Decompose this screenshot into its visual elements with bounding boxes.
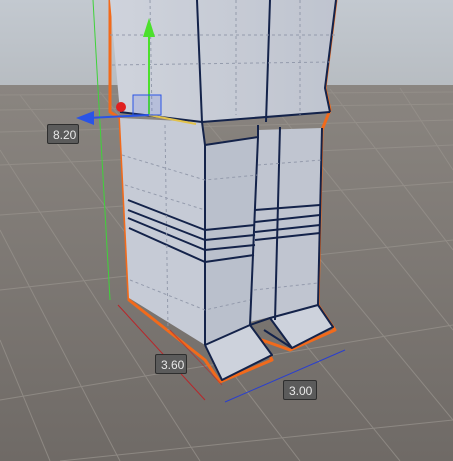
xy-plane-handle-icon[interactable] bbox=[132, 94, 162, 116]
width-dimension-label: 3.00 bbox=[283, 380, 317, 400]
scene-canvas[interactable] bbox=[0, 0, 453, 461]
scene-viewport[interactable]: 8.20 3.60 3.00 bbox=[0, 0, 453, 461]
depth-dimension-label: 3.60 bbox=[155, 354, 187, 374]
height-dimension-label: 8.20 bbox=[47, 124, 79, 144]
x-axis-handle-icon[interactable] bbox=[116, 102, 126, 112]
